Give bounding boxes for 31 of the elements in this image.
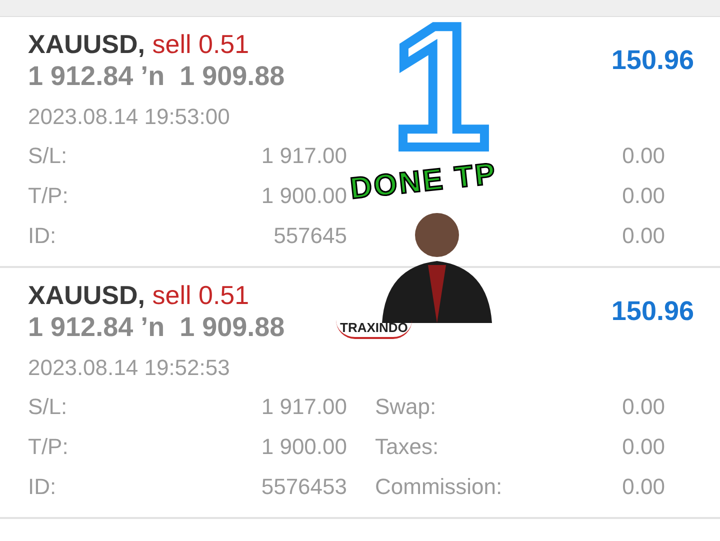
detail-value: 0.00: [622, 393, 665, 421]
detail-value: 557645: [272, 222, 347, 250]
detail-label: Taxes:: [375, 434, 439, 459]
profit-value: 150.96: [611, 45, 694, 76]
trade-time: 2023.08.14 19:52:53: [28, 354, 231, 382]
detail-value: 0.00: [622, 473, 665, 501]
detail-value: 1 900.00: [260, 433, 347, 461]
detail-label: S/L:: [28, 142, 68, 170]
detail-label: ID:: [28, 473, 58, 501]
trade-time: 2023.08.14 19:53:00: [28, 103, 231, 131]
sticker-caption: DONE TP: [348, 157, 499, 207]
detail-value: 0.00: [622, 142, 665, 170]
profit-value: 150.96: [611, 296, 694, 327]
detail-label: T/P:: [28, 182, 70, 210]
detail-value: 1 917.00: [260, 142, 347, 170]
detail-value: 1 917.00: [260, 393, 347, 421]
detail-value: 0.00: [622, 222, 665, 250]
detail-value: 0.00: [622, 182, 665, 210]
trade-title: XAUUSD, sell 0.51: [28, 280, 250, 311]
detail-label: Commission:: [375, 474, 502, 499]
price-range: 1 912.84 ’n 1 909.88: [28, 60, 285, 92]
detail-label: S/L:: [28, 393, 68, 421]
price-range: 1 912.84 ’n 1 909.88: [28, 311, 285, 343]
detail-value: 1 900.00: [260, 182, 347, 210]
detail-label: T/P:: [28, 433, 70, 461]
detail-value: 5576453: [260, 473, 347, 501]
detail-label: Swap:: [375, 394, 436, 419]
detail-label: ID:: [28, 222, 58, 250]
trade-title: XAUUSD, sell 0.51: [28, 29, 250, 60]
detail-value: 0.00: [622, 433, 665, 461]
brand-logo: TRAXINDO: [336, 320, 412, 339]
